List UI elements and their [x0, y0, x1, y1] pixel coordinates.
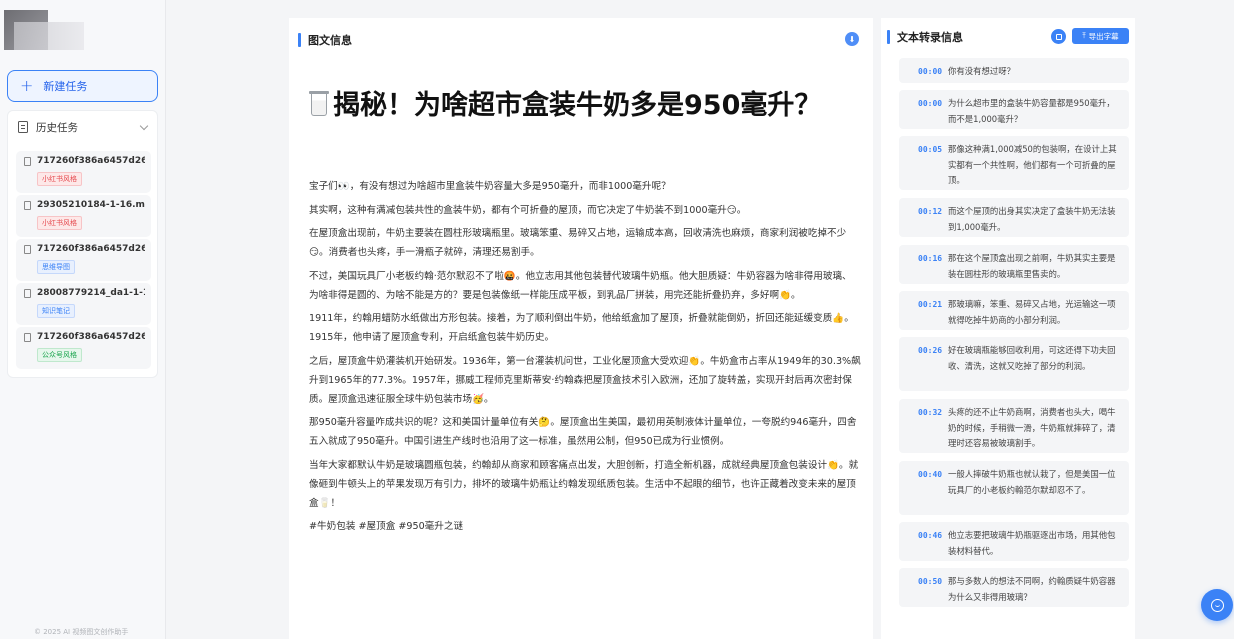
accent-bar: [887, 30, 890, 44]
transcript-header: 文本转录信息: [887, 29, 963, 45]
timestamp: 00:32: [918, 408, 943, 417]
transcript-text: 那在这个屋顶盒出现之前啊，牛奶其实主要是装在圆柱形的玻璃瓶里售卖的。: [948, 253, 1116, 279]
transcript-title: 文本转录信息: [897, 31, 963, 44]
download-icon: ⬇: [848, 34, 856, 44]
history-panel: 历史任务 717260f386a6457d26... 小红书风格 2930521…: [7, 110, 158, 378]
history-item-name: 28008779214_da1-1-1...: [37, 288, 145, 298]
paragraph: 宝子们👀，有没有想过为啥超市里盒装牛奶容量大多是950毫升，而非1000毫升呢？: [309, 181, 671, 192]
paragraph: 当年大家都默认牛奶是玻璃圆瓶包装，约翰却从商家和顾客痛点出发，大胆创新，打造全新…: [309, 459, 859, 509]
sidebar: + 新建任务 历史任务 717260f386a6457d26... 小红书风格 …: [0, 0, 166, 639]
timestamp: 00:12: [918, 207, 943, 216]
transcript-text: 而这个屋顶的出身其实决定了盒装牛奶无法装到1,000毫升。: [948, 206, 1116, 232]
new-task-button[interactable]: + 新建任务: [7, 70, 158, 102]
article-title-text: 揭秘！为啥超市盒装牛奶多是950毫升？: [333, 90, 822, 121]
history-item[interactable]: 717260f386a6457d26... 公众号风格: [16, 327, 151, 369]
app-logo: [4, 10, 84, 50]
transcript-item[interactable]: 00:50 那与多数人的想法不同啊，约翰质疑牛奶容器为什么又非得用玻璃？: [899, 568, 1129, 607]
download-button[interactable]: ⬇: [845, 32, 859, 46]
accent-bar: [298, 33, 301, 47]
file-icon: [24, 244, 31, 254]
timestamp: 00:26: [918, 346, 943, 355]
section-header: 图文信息: [298, 32, 352, 48]
article-panel: 图文信息 ⬇ 揭秘！为啥超市盒装牛奶多是950毫升？ 宝子们👀，有没有想过为啥超…: [289, 18, 873, 639]
document-icon: [18, 121, 28, 133]
transcript-item[interactable]: 00:00 你有没有想过呀？: [899, 58, 1129, 83]
history-item-name: 717260f386a6457d26...: [37, 332, 145, 342]
footer-copyright: © 2025 AI 视频图文创作助手: [34, 628, 129, 636]
file-icon: [24, 332, 31, 342]
timestamp: 00:50: [918, 577, 943, 586]
paragraph: 之后，屋顶盒牛奶灌装机开始研发。1936年，第一台灌装机问世，工业化屋顶盒大受欢…: [309, 355, 861, 405]
style-tag: 小红书风格: [37, 172, 82, 186]
transcript-item[interactable]: 00:32 头疼的还不止牛奶商啊，消费者也头大，喝牛奶的时候，手稍微一滑，牛奶瓶…: [899, 399, 1129, 453]
copy-icon: [1055, 33, 1062, 40]
article-body: 宝子们👀，有没有想过为啥超市里盒装牛奶容量大多是950毫升，而非1000毫升呢？…: [309, 177, 861, 541]
history-item-name: 29305210184-1-16.mp4: [37, 200, 145, 210]
transcript-panel: 文本转录信息 ⤒ 导出字幕 00:00 你有没有想过呀？ 00:00 为什么超市…: [881, 18, 1135, 639]
chat-bubble-icon: [1210, 598, 1224, 612]
transcript-text: 头疼的还不止牛奶商啊，消费者也头大，喝牛奶的时候，手稍微一滑，牛奶瓶就摔碎了，清…: [948, 407, 1116, 448]
upload-icon: ⤒: [1082, 31, 1086, 40]
paragraph: 不过，美国玩具厂小老板约翰·范尔默忍不了啦🤬。他立志用其他包装替代玻璃牛奶瓶。他…: [309, 270, 852, 301]
timestamp: 00:21: [918, 300, 943, 309]
hashtags: #牛奶包装 #屋顶盒 #950毫升之谜: [309, 521, 464, 532]
paragraph: 1911年，约翰用蜡防水纸做出方形包装。接着，为了顺利倒出牛奶，他给纸盒加了屋顶…: [309, 313, 854, 343]
plus-icon: +: [20, 76, 34, 95]
timestamp: 00:16: [918, 254, 943, 263]
paragraph: 其实啊，这种有满减包装共性的盒装牛奶，都有个可折叠的屋顶，而它决定了牛奶装不到1…: [309, 204, 747, 216]
transcript-text: 他立志要把玻璃牛奶瓶驱逐出市场，用其他包装材料替代。: [948, 530, 1116, 556]
transcript-text: 那与多数人的想法不同啊，约翰质疑牛奶容器为什么又非得用玻璃？: [948, 576, 1116, 602]
history-item[interactable]: 28008779214_da1-1-1... 知识笔记: [16, 283, 151, 325]
transcript-item[interactable]: 00:05 那像这种满1,000减50的包装啊，在设计上其实都有一个共性啊，他们…: [899, 136, 1129, 190]
history-item[interactable]: 29305210184-1-16.mp4 小红书风格: [16, 195, 151, 237]
milk-glass-icon: [309, 91, 329, 117]
chevron-down-icon[interactable]: [139, 121, 149, 130]
style-tag: 小红书风格: [37, 216, 82, 230]
transcript-text: 好在玻璃瓶能够回收利用，可这还得下功夫回收、清洗，这就又吃掉了部分的利润。: [948, 345, 1116, 371]
file-icon: [24, 156, 31, 166]
paragraph: 在屋顶盒出现前，牛奶主要装在圆柱形玻璃瓶里。玻璃笨重、易碎又占地，运输成本高，回…: [309, 228, 847, 258]
article-title: 揭秘！为啥超市盒装牛奶多是950毫升？: [309, 88, 859, 123]
transcript-item[interactable]: 00:21 那玻璃嘛，笨重、易碎又占地，光运输这一项就得吃掉牛奶商的小部分利润。: [899, 291, 1129, 330]
transcript-item[interactable]: 00:26 好在玻璃瓶能够回收利用，可这还得下功夫回收、清洗，这就又吃掉了部分的…: [899, 337, 1129, 391]
style-tag: 知识笔记: [37, 304, 75, 318]
transcript-item[interactable]: 00:12 而这个屋顶的出身其实决定了盒装牛奶无法装到1,000毫升。: [899, 198, 1129, 237]
history-item-name: 717260f386a6457d26...: [37, 156, 145, 166]
export-label: 导出字幕: [1088, 31, 1119, 41]
style-tag: 思维导图: [37, 260, 75, 274]
timestamp: 00:00: [918, 99, 943, 108]
transcript-text: 一般人摔破牛奶瓶也就认栽了，但是美国一位玩具厂的小老板约翰范尔默却忍不了。: [948, 469, 1116, 495]
timestamp: 00:05: [918, 145, 943, 154]
export-subtitles-button[interactable]: ⤒ 导出字幕: [1072, 28, 1129, 44]
file-icon: [24, 200, 31, 210]
new-task-label: 新建任务: [43, 80, 88, 93]
timestamp: 00:00: [918, 67, 943, 76]
history-item-name: 717260f386a6457d26...: [37, 244, 145, 254]
chat-assistant-button[interactable]: [1201, 589, 1233, 621]
style-tag: 公众号风格: [37, 348, 82, 362]
history-item[interactable]: 717260f386a6457d26... 思维导图: [16, 239, 151, 281]
file-icon: [24, 288, 31, 298]
section-title: 图文信息: [308, 34, 352, 47]
history-title: 历史任务: [36, 121, 78, 134]
transcript-text: 为什么超市里的盒装牛奶容量都是950毫升，而不是1,000毫升？: [948, 98, 1115, 124]
transcript-text: 那玻璃嘛，笨重、易碎又占地，光运输这一项就得吃掉牛奶商的小部分利润。: [948, 299, 1116, 325]
transcript-item[interactable]: 00:46 他立志要把玻璃牛奶瓶驱逐出市场，用其他包装材料替代。: [899, 522, 1129, 561]
transcript-item[interactable]: 00:16 那在这个屋顶盒出现之前啊，牛奶其实主要是装在圆柱形的玻璃瓶里售卖的。: [899, 245, 1129, 284]
transcript-text: 那像这种满1,000减50的包装啊，在设计上其实都有一个共性啊，他们都有一个可折…: [948, 144, 1117, 185]
transcript-item[interactable]: 00:00 为什么超市里的盒装牛奶容量都是950毫升，而不是1,000毫升？: [899, 90, 1129, 129]
timestamp: 00:46: [918, 531, 943, 540]
copy-button[interactable]: [1051, 29, 1066, 44]
transcript-text: 你有没有想过呀？: [948, 66, 1015, 76]
history-header[interactable]: 历史任务: [8, 111, 157, 143]
transcript-item[interactable]: 00:40 一般人摔破牛奶瓶也就认栽了，但是美国一位玩具厂的小老板约翰范尔默却忍…: [899, 461, 1129, 515]
timestamp: 00:40: [918, 470, 943, 479]
paragraph: 那950毫升容量咋成共识的呢？这和美国计量单位有关🤔。屋顶盒出生美国，最初用英制…: [309, 417, 857, 447]
history-item[interactable]: 717260f386a6457d26... 小红书风格: [16, 151, 151, 193]
